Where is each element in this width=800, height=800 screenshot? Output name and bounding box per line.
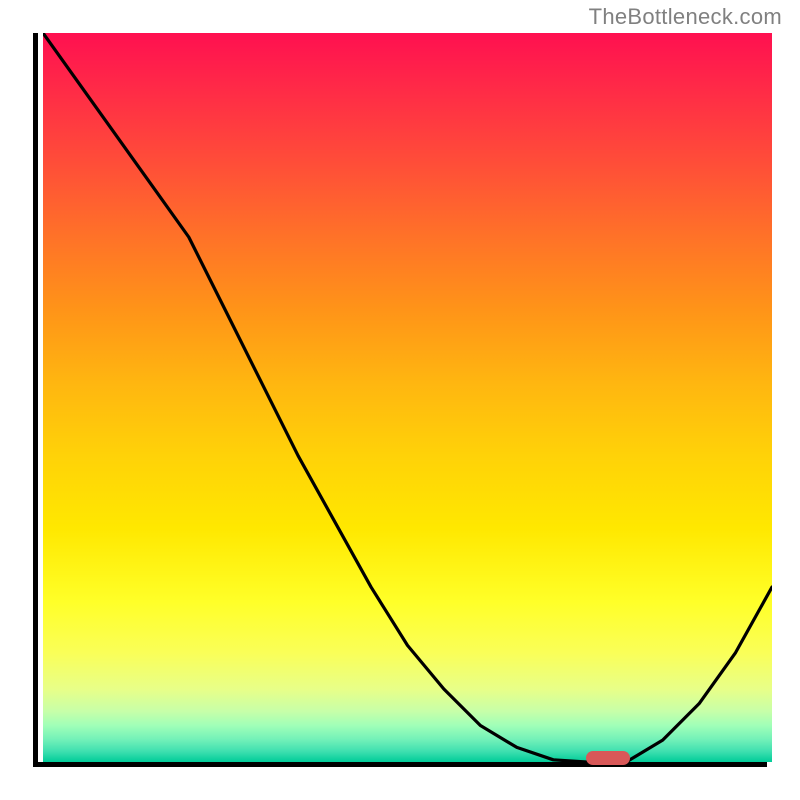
gradient-background (43, 33, 772, 762)
plot-area (33, 33, 767, 767)
watermark-label: TheBottleneck.com (589, 4, 782, 30)
minimum-marker (586, 751, 630, 765)
chart-container (33, 33, 767, 767)
